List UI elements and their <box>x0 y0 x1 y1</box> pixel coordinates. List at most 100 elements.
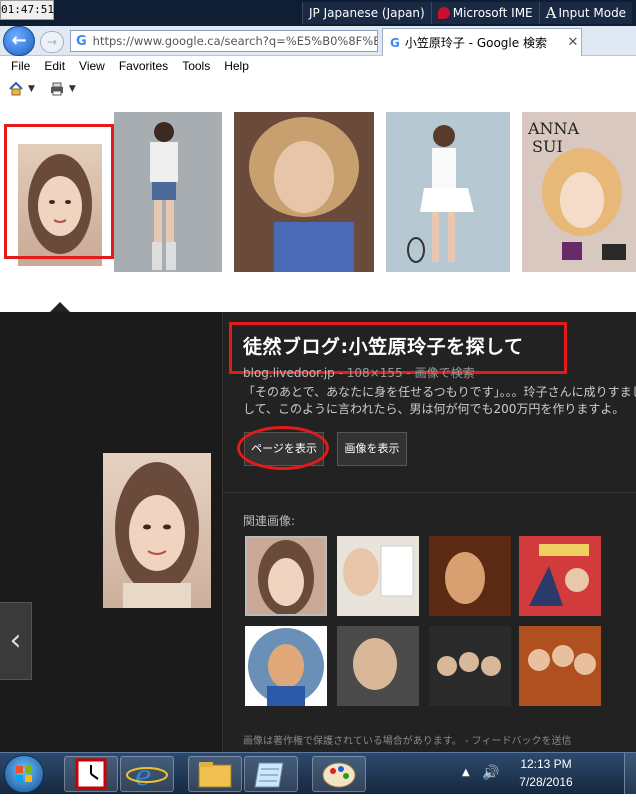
input-mode-label: Input Mode <box>558 6 627 20</box>
image-dimensions: 108×155 <box>346 366 403 380</box>
svg-text:ANNA: ANNA <box>527 119 580 138</box>
internet-explorer-icon: e <box>126 759 168 792</box>
paint-taskbar-button[interactable] <box>312 756 366 792</box>
related-image-7[interactable] <box>429 626 511 706</box>
related-image-4[interactable] <box>519 536 601 616</box>
result-title[interactable]: 徒然ブログ:小笠原玲子を探して <box>243 332 524 359</box>
menu-tools[interactable]: Tools <box>175 59 217 73</box>
paint-icon <box>322 762 356 788</box>
clock-app-icon <box>75 758 107 790</box>
search-by-image-link[interactable]: 画像で検索 <box>415 366 475 380</box>
model-photo-image <box>114 112 222 272</box>
tray-date[interactable]: 7/28/2016 <box>506 775 586 789</box>
related-image-5[interactable] <box>245 626 327 706</box>
related-group-photo-image <box>429 626 511 706</box>
windows-logo-icon <box>16 766 32 782</box>
copyright-feedback-note[interactable]: 画像は著作権で保護されている場合があります。 - フィードバックを送信 <box>243 732 571 747</box>
command-bar: ▼ ▼ <box>0 76 636 102</box>
menu-view[interactable]: View <box>72 59 112 73</box>
selected-thumb-highlight <box>4 124 114 259</box>
related-poster-image <box>519 536 601 616</box>
language-bar[interactable]: JP Japanese (Japan) Microsoft IME A Inpu… <box>302 2 633 24</box>
file-explorer-icon <box>198 762 232 788</box>
svg-text:e: e <box>135 759 152 791</box>
meta-separator-2: - <box>402 366 415 380</box>
google-favicon-icon: G <box>390 35 400 50</box>
menu-bar: File Edit View Favorites Tools Help <box>0 56 636 76</box>
tennis-photo-image <box>386 112 510 272</box>
browser-navigation-bar: ← → G https://www.google.ca/search?q=%E5… <box>0 26 636 56</box>
description-line-1: 「そのあとで、あなたに身を任せるつもりです」。。。玲子さんに成りすまし <box>243 385 636 399</box>
related-image-8[interactable] <box>519 626 601 706</box>
tab-close-icon[interactable]: ✕ <box>565 35 581 50</box>
start-button[interactable] <box>4 755 44 793</box>
system-tray: ▲ 🔊 12:13 PM 7/28/2016 <box>460 753 636 795</box>
browser-tab-active[interactable]: G 小笠原玲子 - Google 検索 ✕ <box>382 28 582 56</box>
portrait-preview-image <box>115 462 199 608</box>
bottom-margin <box>0 794 636 808</box>
tab-title: 小笠原玲子 - Google 検索 <box>404 36 547 50</box>
notepad-taskbar-button[interactable] <box>244 756 298 792</box>
related-photo-image <box>337 536 419 616</box>
show-desktop-button[interactable] <box>624 753 636 795</box>
menu-file[interactable]: File <box>4 59 37 73</box>
notepad-icon <box>254 762 284 788</box>
ime-icon <box>437 7 450 19</box>
svg-text:SUI: SUI <box>532 137 563 156</box>
related-images-label: 関連画像: <box>243 514 296 528</box>
related-portrait-image <box>258 540 314 614</box>
related-image-6[interactable] <box>337 626 419 706</box>
visit-button-highlight <box>237 426 329 470</box>
input-mode-icon: A <box>545 4 557 22</box>
image-results-strip: ANNA SUI <box>0 102 636 312</box>
result-meta: blog.livedoor.jp - 108×155 - 画像で検索 <box>243 364 475 381</box>
windows-taskbar: e ▲ 🔊 12:13 PM 7/28/2016 <box>0 752 636 795</box>
related-photo-image <box>429 536 511 616</box>
meta-separator-1: - <box>334 366 347 380</box>
language-indicator[interactable]: JP Japanese (Japan) <box>302 2 431 24</box>
related-photo-image <box>245 626 327 706</box>
input-mode-button[interactable]: A Input Mode <box>538 2 632 24</box>
result-thumb-2[interactable] <box>114 112 222 272</box>
ime-selector[interactable]: Microsoft IME <box>430 2 539 24</box>
volume-icon[interactable]: 🔊 <box>482 765 499 781</box>
home-dropdown-icon[interactable]: ▼ <box>28 84 35 94</box>
show-hidden-icons-icon[interactable]: ▲ <box>462 767 470 778</box>
view-image-button[interactable]: 画像を表示 <box>337 432 407 466</box>
system-bar: 01:47:51 JP Japanese (Japan) Microsoft I… <box>0 0 636 26</box>
menu-edit[interactable]: Edit <box>37 59 72 73</box>
tray-time[interactable]: 12:13 PM <box>506 757 586 771</box>
clock-app-taskbar-button[interactable] <box>64 756 118 792</box>
internet-explorer-taskbar-button[interactable]: e <box>120 756 174 792</box>
menu-favorites[interactable]: Favorites <box>112 59 175 73</box>
menu-help[interactable]: Help <box>217 59 256 73</box>
forward-button[interactable]: → <box>40 31 64 53</box>
print-icon[interactable] <box>49 81 65 97</box>
description-line-2: して、このように言われたら、男は何が何でも200万円を作りますよ。 <box>243 402 625 416</box>
result-description: 「そのあとで、あなたに身を任せるつもりです」。。。玲子さんに成りすまし して、こ… <box>243 384 636 418</box>
back-button[interactable]: ← <box>3 26 35 56</box>
selection-caret <box>50 302 70 312</box>
section-divider <box>223 492 636 493</box>
related-group-photo-image <box>519 626 601 706</box>
home-icon[interactable] <box>8 81 24 97</box>
preview-image[interactable] <box>103 453 211 608</box>
anna-sui-ad-image: ANNA SUI <box>522 112 636 272</box>
result-thumb-5[interactable]: ANNA SUI <box>522 112 636 272</box>
result-thumb-3[interactable] <box>234 112 374 272</box>
result-domain[interactable]: blog.livedoor.jp <box>243 366 335 380</box>
related-image-3[interactable] <box>429 536 511 616</box>
result-thumb-4[interactable] <box>386 112 510 272</box>
details-column: 徒然ブログ:小笠原玲子を探して blog.livedoor.jp - 108×1… <box>222 312 636 752</box>
print-dropdown-icon[interactable]: ▼ <box>69 84 76 94</box>
address-url[interactable]: https://www.google.ca/search?q=%E5%B0%8F… <box>93 34 377 48</box>
related-image-1[interactable] <box>245 536 327 616</box>
related-photo-image <box>337 626 419 706</box>
related-image-2[interactable] <box>337 536 419 616</box>
previous-image-button[interactable]: ‹ <box>0 602 32 680</box>
image-details-panel: ‹ 徒然ブログ:小笠原玲子を探して blog.livedoor.jp - 108… <box>0 312 636 752</box>
system-clock: 01:47:51 <box>0 0 54 20</box>
woman-photo-image <box>234 112 374 272</box>
file-explorer-taskbar-button[interactable] <box>188 756 242 792</box>
address-bar[interactable]: G https://www.google.ca/search?q=%E5%B0%… <box>70 30 378 52</box>
